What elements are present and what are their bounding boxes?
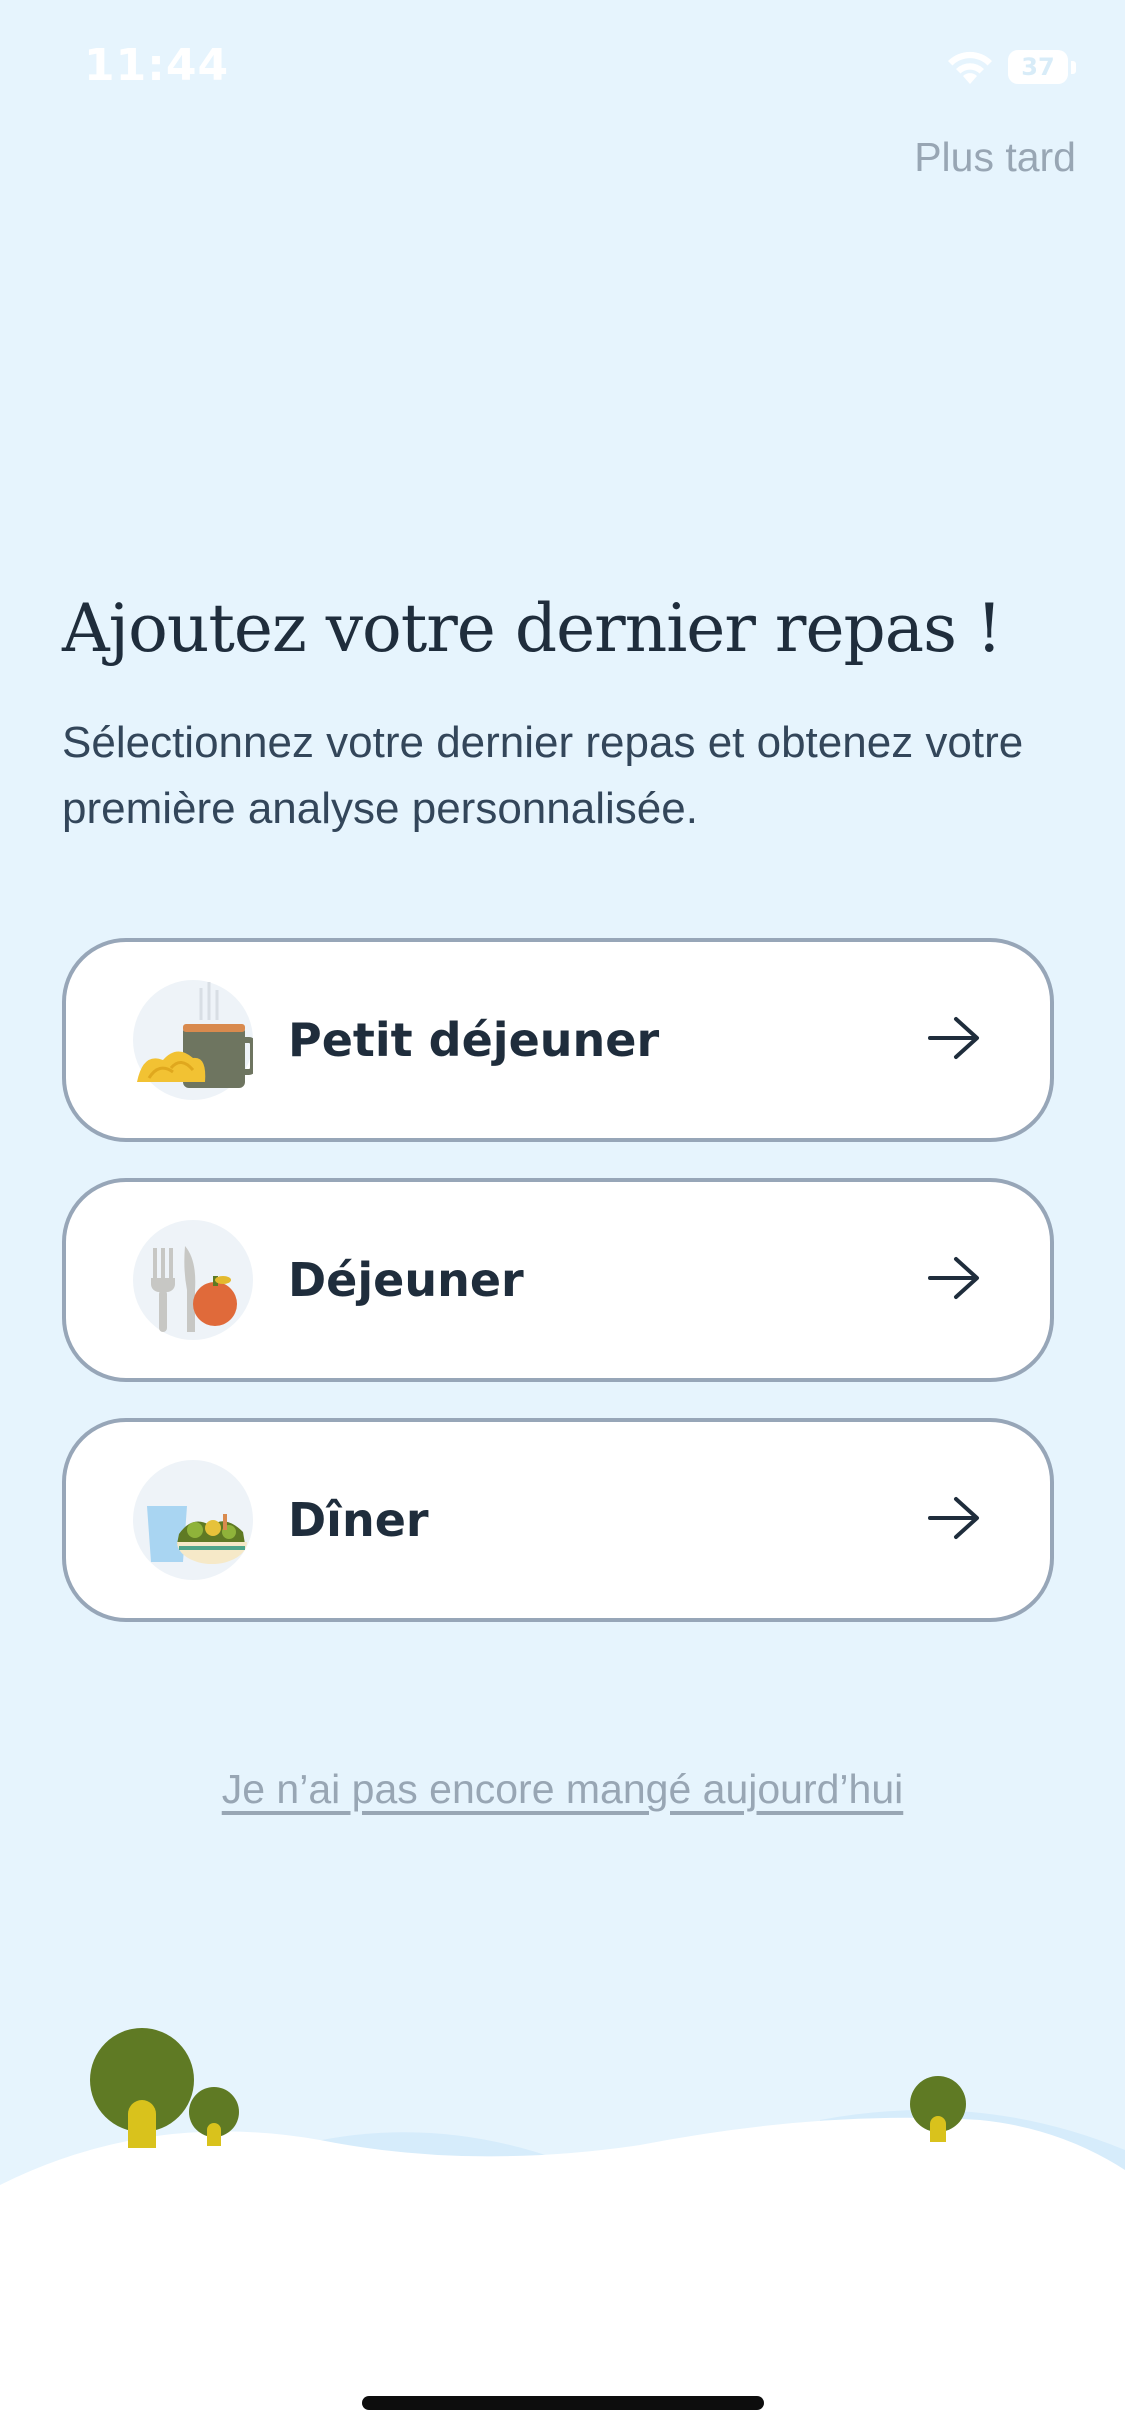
meal-option-breakfast[interactable]: Petit déjeuner [62, 938, 1054, 1142]
landscape-illustration [0, 2028, 1125, 2436]
arrow-right-icon [928, 1497, 979, 1539]
meal-option-lunch[interactable]: Déjeuner [62, 1178, 1054, 1382]
meal-option-dinner[interactable]: Dîner [62, 1418, 1054, 1622]
meal-label: Petit déjeuner [288, 1013, 660, 1067]
battery-level: 37 [1021, 53, 1055, 81]
meal-label: Dîner [288, 1493, 429, 1547]
lunch-icon [133, 1220, 253, 1340]
later-button[interactable]: Plus tard [914, 134, 1076, 181]
battery-icon: 37 [1008, 50, 1076, 86]
arrow-right-icon [928, 1017, 979, 1059]
dinner-icon [133, 1460, 253, 1580]
wifi-icon [948, 51, 992, 84]
page-title: Ajoutez votre dernier repas ! [62, 590, 1002, 667]
status-bar: 11:44 37 [0, 0, 1125, 140]
page-subtitle: Sélectionnez votre dernier repas et obte… [62, 718, 1024, 833]
arrow-right-icon [928, 1257, 979, 1299]
tree-icon [90, 2028, 194, 2148]
not-eaten-yet-link[interactable]: Je n’ai pas encore mangé aujourd’hui [0, 1766, 1125, 1813]
home-indicator[interactable] [362, 2396, 764, 2410]
status-time: 11:44 [84, 40, 230, 91]
breakfast-icon [133, 980, 253, 1100]
meal-label: Déjeuner [288, 1253, 524, 1307]
